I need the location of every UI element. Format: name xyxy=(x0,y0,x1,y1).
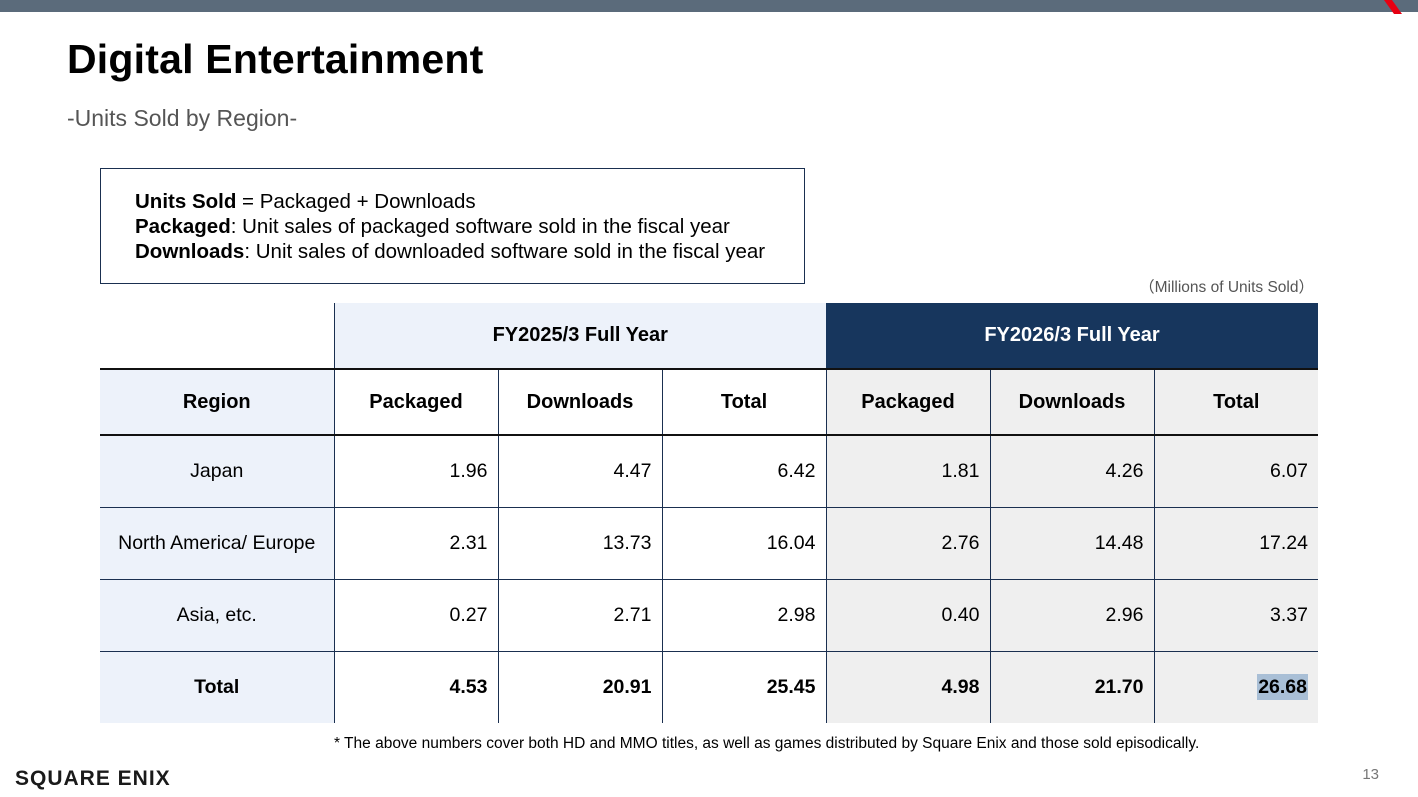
value-cell: 20.91 xyxy=(497,651,662,723)
definition-downloads: Downloads: Unit sales of downloaded soft… xyxy=(135,240,766,263)
region-cell: Japan xyxy=(100,435,334,508)
value-cell: 1.81 xyxy=(825,435,990,508)
value-cell: 2.98 xyxy=(661,579,826,652)
value-cell: 6.07 xyxy=(1153,435,1318,508)
empty-corner-cell xyxy=(100,303,334,369)
page-number: 13 xyxy=(1362,766,1379,783)
column-header-fy25-packaged: Packaged xyxy=(333,368,498,436)
value-cell: 17.24 xyxy=(1153,507,1318,580)
value-cell: 2.96 xyxy=(989,579,1154,652)
grand-total-cell[interactable]: 26.68 xyxy=(1153,651,1318,723)
column-header-fy26-total: Total xyxy=(1153,368,1318,436)
value-cell: 4.53 xyxy=(333,651,498,723)
value-cell: 0.27 xyxy=(333,579,498,652)
fy2026-header: FY2026/3 Full Year xyxy=(826,303,1318,369)
value-cell: 16.04 xyxy=(661,507,826,580)
region-cell: Asia, etc. xyxy=(100,579,334,652)
selected-text-highlight[interactable]: 26.68 xyxy=(1257,673,1308,700)
value-cell: 14.48 xyxy=(989,507,1154,580)
table-row-total: Total 4.53 20.91 25.45 4.98 21.70 26.68 xyxy=(100,651,1318,723)
value-cell: 4.47 xyxy=(497,435,662,508)
top-bar xyxy=(0,0,1418,12)
fy2025-header: FY2025/3 Full Year xyxy=(333,303,826,369)
column-header-fy26-packaged: Packaged xyxy=(825,368,990,436)
column-header-fy25-total: Total xyxy=(661,368,826,436)
table-row-north-america-europe: North America/ Europe 2.31 13.73 16.04 2… xyxy=(100,507,1318,580)
table-row-japan: Japan 1.96 4.47 6.42 1.81 4.26 6.07 xyxy=(100,435,1318,508)
value-cell: 13.73 xyxy=(497,507,662,580)
square-enix-logo: SQUARE ENIX xyxy=(15,767,171,790)
value-cell: 25.45 xyxy=(661,651,826,723)
corner-accent-icon xyxy=(1380,0,1410,14)
value-cell: 4.98 xyxy=(825,651,990,723)
column-header-row: Region Packaged Downloads Total Packaged… xyxy=(100,368,1318,436)
value-cell: 1.96 xyxy=(333,435,498,508)
definition-units-sold: Units Sold = Packaged + Downloads xyxy=(135,190,476,213)
footnote: * The above numbers cover both HD and MM… xyxy=(334,735,1200,752)
value-cell: 6.42 xyxy=(661,435,826,508)
page-title: Digital Entertainment xyxy=(67,36,484,82)
column-header-fy25-downloads: Downloads xyxy=(497,368,662,436)
region-cell: North America/ Europe xyxy=(100,507,334,580)
units-sold-table: FY2025/3 Full Year FY2026/3 Full Year Re… xyxy=(100,303,1318,723)
value-cell: 21.70 xyxy=(989,651,1154,723)
value-cell: 0.40 xyxy=(825,579,990,652)
definition-box: Units Sold = Packaged + Downloads Packag… xyxy=(100,168,805,284)
value-cell: 4.26 xyxy=(989,435,1154,508)
column-header-region: Region xyxy=(100,368,334,436)
value-cell: 2.31 xyxy=(333,507,498,580)
table-row-asia: Asia, etc. 0.27 2.71 2.98 0.40 2.96 3.37 xyxy=(100,579,1318,652)
page-subtitle: -Units Sold by Region- xyxy=(67,105,298,131)
unit-note: （Millions of Units Sold） xyxy=(1139,279,1314,296)
value-cell: 2.76 xyxy=(825,507,990,580)
value-cell: 3.37 xyxy=(1153,579,1318,652)
value-cell: 2.71 xyxy=(497,579,662,652)
column-header-fy26-downloads: Downloads xyxy=(989,368,1154,436)
definition-packaged: Packaged: Unit sales of packaged softwar… xyxy=(135,215,730,238)
region-cell: Total xyxy=(100,651,334,723)
fiscal-year-header-row: FY2025/3 Full Year FY2026/3 Full Year xyxy=(100,303,1318,369)
